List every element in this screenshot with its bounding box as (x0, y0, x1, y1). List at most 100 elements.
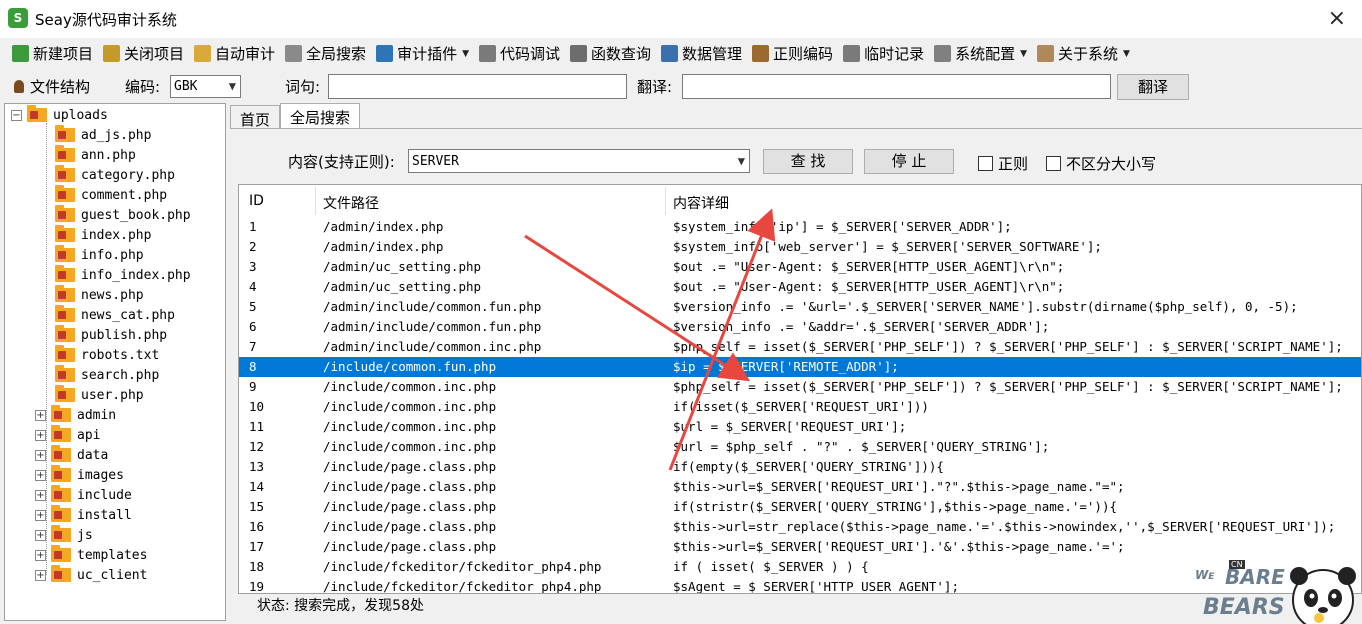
table-row[interactable]: 13/include/page.class.php if(empty($_SERV… (239, 457, 1361, 477)
tree-node-file[interactable]: index.php (55, 225, 151, 245)
column-header-content[interactable]: 内容详细 (673, 193, 729, 213)
tree-node-file[interactable]: category.php (55, 165, 175, 185)
menu-item-9[interactable]: 临时记录 (843, 41, 924, 67)
tree-node-file[interactable]: publish.php (55, 325, 167, 345)
table-row[interactable]: 4/admin/uc_setting.php $out .= "User-Agen… (239, 277, 1361, 297)
expand-icon[interactable]: + (35, 409, 46, 421)
tree-node-file[interactable]: user.php (55, 385, 144, 405)
table-row[interactable]: 6/admin/include/common.fun.php $version_i… (239, 317, 1361, 337)
main-toolbar: 新建项目 关闭项目 自动审计 全局搜索 审计插件 ▼ 代码调试 函数查询 数据管理 正则编码 临时记… (0, 38, 1362, 69)
menu-item-11[interactable]: 关于系统 ▼ (1037, 41, 1130, 67)
cell-path: /admin/index.php (323, 219, 444, 234)
table-row[interactable]: 5/admin/include/common.fun.php $version_i… (239, 297, 1361, 317)
stop-button[interactable]: 停 止 (864, 149, 954, 174)
tree-node-file[interactable]: guest_book.php (55, 205, 191, 225)
table-row[interactable]: 17/include/page.class.php $this->url=$_SE… (239, 537, 1361, 557)
file-structure-toggle[interactable]: 文件结构 (14, 76, 90, 97)
ignore-case-checkbox[interactable]: 不区分大小写 (1046, 153, 1156, 174)
table-row[interactable]: 14/include/page.class.php $this->url=$_SE… (239, 477, 1361, 497)
menu-item-3[interactable]: 全局搜索 (285, 41, 366, 67)
table-row[interactable]: 19/include/fckeditor/fckeditor_php4.php $… (239, 577, 1361, 593)
folder-icon (55, 145, 75, 162)
tree-node-folder[interactable]: + images (35, 465, 124, 485)
cell-path: /include/page.class.php (323, 539, 497, 554)
regex-checkbox[interactable]: 正则 (978, 153, 1028, 174)
menu-item-7[interactable]: 数据管理 (661, 41, 742, 67)
app-logo-icon: S (8, 8, 28, 28)
tree-node-file[interactable]: info.php (55, 245, 144, 265)
table-row[interactable]: 8/include/common.fun.php $ip = $_SERVER['… (239, 357, 1361, 377)
column-divider[interactable] (665, 187, 666, 215)
menu-item-2[interactable]: 自动审计 (194, 41, 275, 67)
function-query-icon (570, 45, 588, 62)
cell-path: /admin/uc_setting.php (323, 259, 482, 274)
table-row[interactable]: 11/include/common.inc.php $url = $_SERVER… (239, 417, 1361, 437)
tree-node-label: templates (77, 547, 148, 563)
collapse-icon[interactable]: − (11, 109, 22, 121)
table-row[interactable]: 3/admin/uc_setting.php $out .= "User-Agen… (239, 257, 1361, 277)
expand-icon[interactable]: + (35, 509, 46, 521)
table-row[interactable]: 2/admin/index.php $system_info['web_serve… (239, 237, 1361, 257)
cell-content: $url = $php_self . "?" . $_SERVER['QUERY… (673, 439, 1050, 454)
tree-node-file[interactable]: robots.txt (55, 345, 159, 365)
tree-node-folder[interactable]: + install (35, 505, 132, 525)
cell-path: /include/common.inc.php (323, 379, 497, 394)
tree-node-folder[interactable]: + api (35, 425, 100, 445)
tree-node-folder[interactable]: + js (35, 525, 93, 545)
expand-icon[interactable]: + (35, 469, 46, 481)
table-row[interactable]: 10/include/common.inc.php if(isset($_SERV… (239, 397, 1361, 417)
menu-item-1[interactable]: 关闭项目 (103, 41, 184, 67)
tree-node-file[interactable]: ann.php (55, 145, 136, 165)
tab-0[interactable]: 首页 (230, 105, 281, 129)
find-button[interactable]: 查 找 (763, 149, 853, 174)
tree-node-file[interactable]: ad_js.php (55, 125, 151, 145)
tree-node-file[interactable]: search.php (55, 365, 159, 385)
translate-button[interactable]: 翻译 (1117, 74, 1189, 100)
table-row[interactable]: 16/include/page.class.php $this->url=str_… (239, 517, 1361, 537)
tree-node-folder[interactable]: + admin (35, 405, 116, 425)
audit-plugin-icon (376, 45, 394, 62)
table-row[interactable]: 1/admin/index.php $system_info['ip'] = $_… (239, 217, 1361, 237)
column-header-path[interactable]: 文件路径 (323, 193, 379, 213)
tree-node-root[interactable]: − uploads (11, 105, 108, 125)
content-search-combo[interactable]: SERVER ▼ (408, 149, 750, 173)
tree-node-file[interactable]: news_cat.php (55, 305, 175, 325)
tab-1[interactable]: 全局搜索 (280, 103, 361, 129)
expand-icon[interactable]: + (35, 529, 46, 541)
column-header-id[interactable]: ID (249, 193, 264, 209)
menu-item-6[interactable]: 函数查询 (570, 41, 651, 67)
translate-input[interactable] (682, 74, 1111, 99)
tree-node-label: api (77, 427, 101, 443)
menu-item-5[interactable]: 代码调试 (479, 41, 560, 67)
table-row[interactable]: 18/include/fckeditor/fckeditor_php4.php i… (239, 557, 1361, 577)
tree-node-folder[interactable]: + uc_client (35, 565, 147, 585)
new-project-icon (12, 45, 29, 62)
expand-icon[interactable]: + (35, 569, 46, 581)
menu-item-4[interactable]: 审计插件 ▼ (376, 41, 469, 67)
tree-node-folder[interactable]: + templates (35, 545, 147, 565)
tree-node-file[interactable]: news.php (55, 285, 144, 305)
expand-icon[interactable]: + (35, 449, 46, 461)
tree-node-file[interactable]: comment.php (55, 185, 167, 205)
table-row[interactable]: 12/include/common.inc.php $url = $php_sel… (239, 437, 1361, 457)
expand-icon[interactable]: + (35, 549, 46, 561)
menu-item-0[interactable]: 新建项目 (12, 41, 93, 67)
word-input[interactable] (328, 74, 627, 99)
tree-node-folder[interactable]: + include (35, 485, 132, 505)
chevron-down-icon: ▼ (737, 154, 745, 168)
table-row[interactable]: 9/include/common.inc.php $php_self = isse… (239, 377, 1361, 397)
table-row[interactable]: 7/admin/include/common.inc.php $php_self … (239, 337, 1361, 357)
table-row[interactable]: 15/include/page.class.php if(stristr($_SE… (239, 497, 1361, 517)
tree-node-file[interactable]: info_index.php (55, 265, 191, 285)
encoding-select[interactable]: GBK ▼ (170, 75, 241, 98)
cell-id: 8 (249, 359, 257, 374)
expand-icon[interactable]: + (35, 429, 46, 441)
tree-node-label: index.php (81, 227, 152, 243)
menu-item-10[interactable]: 系统配置 ▼ (934, 41, 1027, 67)
menu-item-8[interactable]: 正则编码 (752, 41, 833, 67)
window-close-button[interactable]: × (1328, 6, 1346, 31)
menu-item-label: 正则编码 (773, 45, 834, 63)
expand-icon[interactable]: + (35, 489, 46, 501)
ignore-case-checkbox-label: 不区分大小写 (1066, 155, 1157, 173)
column-divider[interactable] (315, 187, 316, 215)
